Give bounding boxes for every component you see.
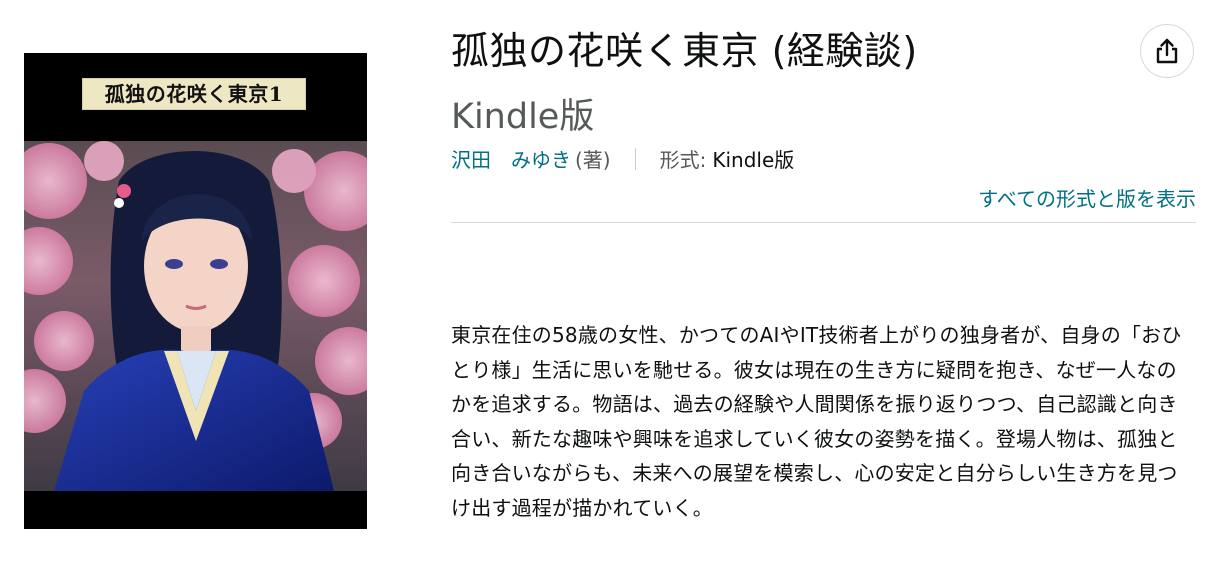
format-value: Kindle版 [712, 148, 795, 172]
byline-separator [634, 147, 636, 170]
share-button[interactable] [1140, 24, 1194, 78]
cover-illustration [24, 141, 367, 491]
cover-title: 孤独の花咲く東京1 [82, 78, 306, 110]
product-format-subtitle: Kindle版 [451, 97, 595, 137]
all-formats-link[interactable]: すべての形式と版を表示 [978, 183, 1196, 212]
format-label: 形式: [659, 148, 707, 172]
book-description: 東京在住の58歳の女性、かつてのAIやIT技術者上がりの独身者が、自身の「おひと… [451, 323, 1182, 520]
share-icon [1156, 38, 1178, 64]
product-title: 孤独の花咲く東京 (経験談) [451, 29, 918, 73]
byline: 沢田 みゆき (著) 形式: Kindle版 [451, 144, 794, 173]
author-link[interactable]: 沢田 みゆき [451, 144, 571, 173]
book-cover[interactable]: 孤独の花咲く東京1 [24, 53, 367, 529]
author-role: (著) [575, 148, 611, 172]
section-divider [451, 222, 1196, 223]
